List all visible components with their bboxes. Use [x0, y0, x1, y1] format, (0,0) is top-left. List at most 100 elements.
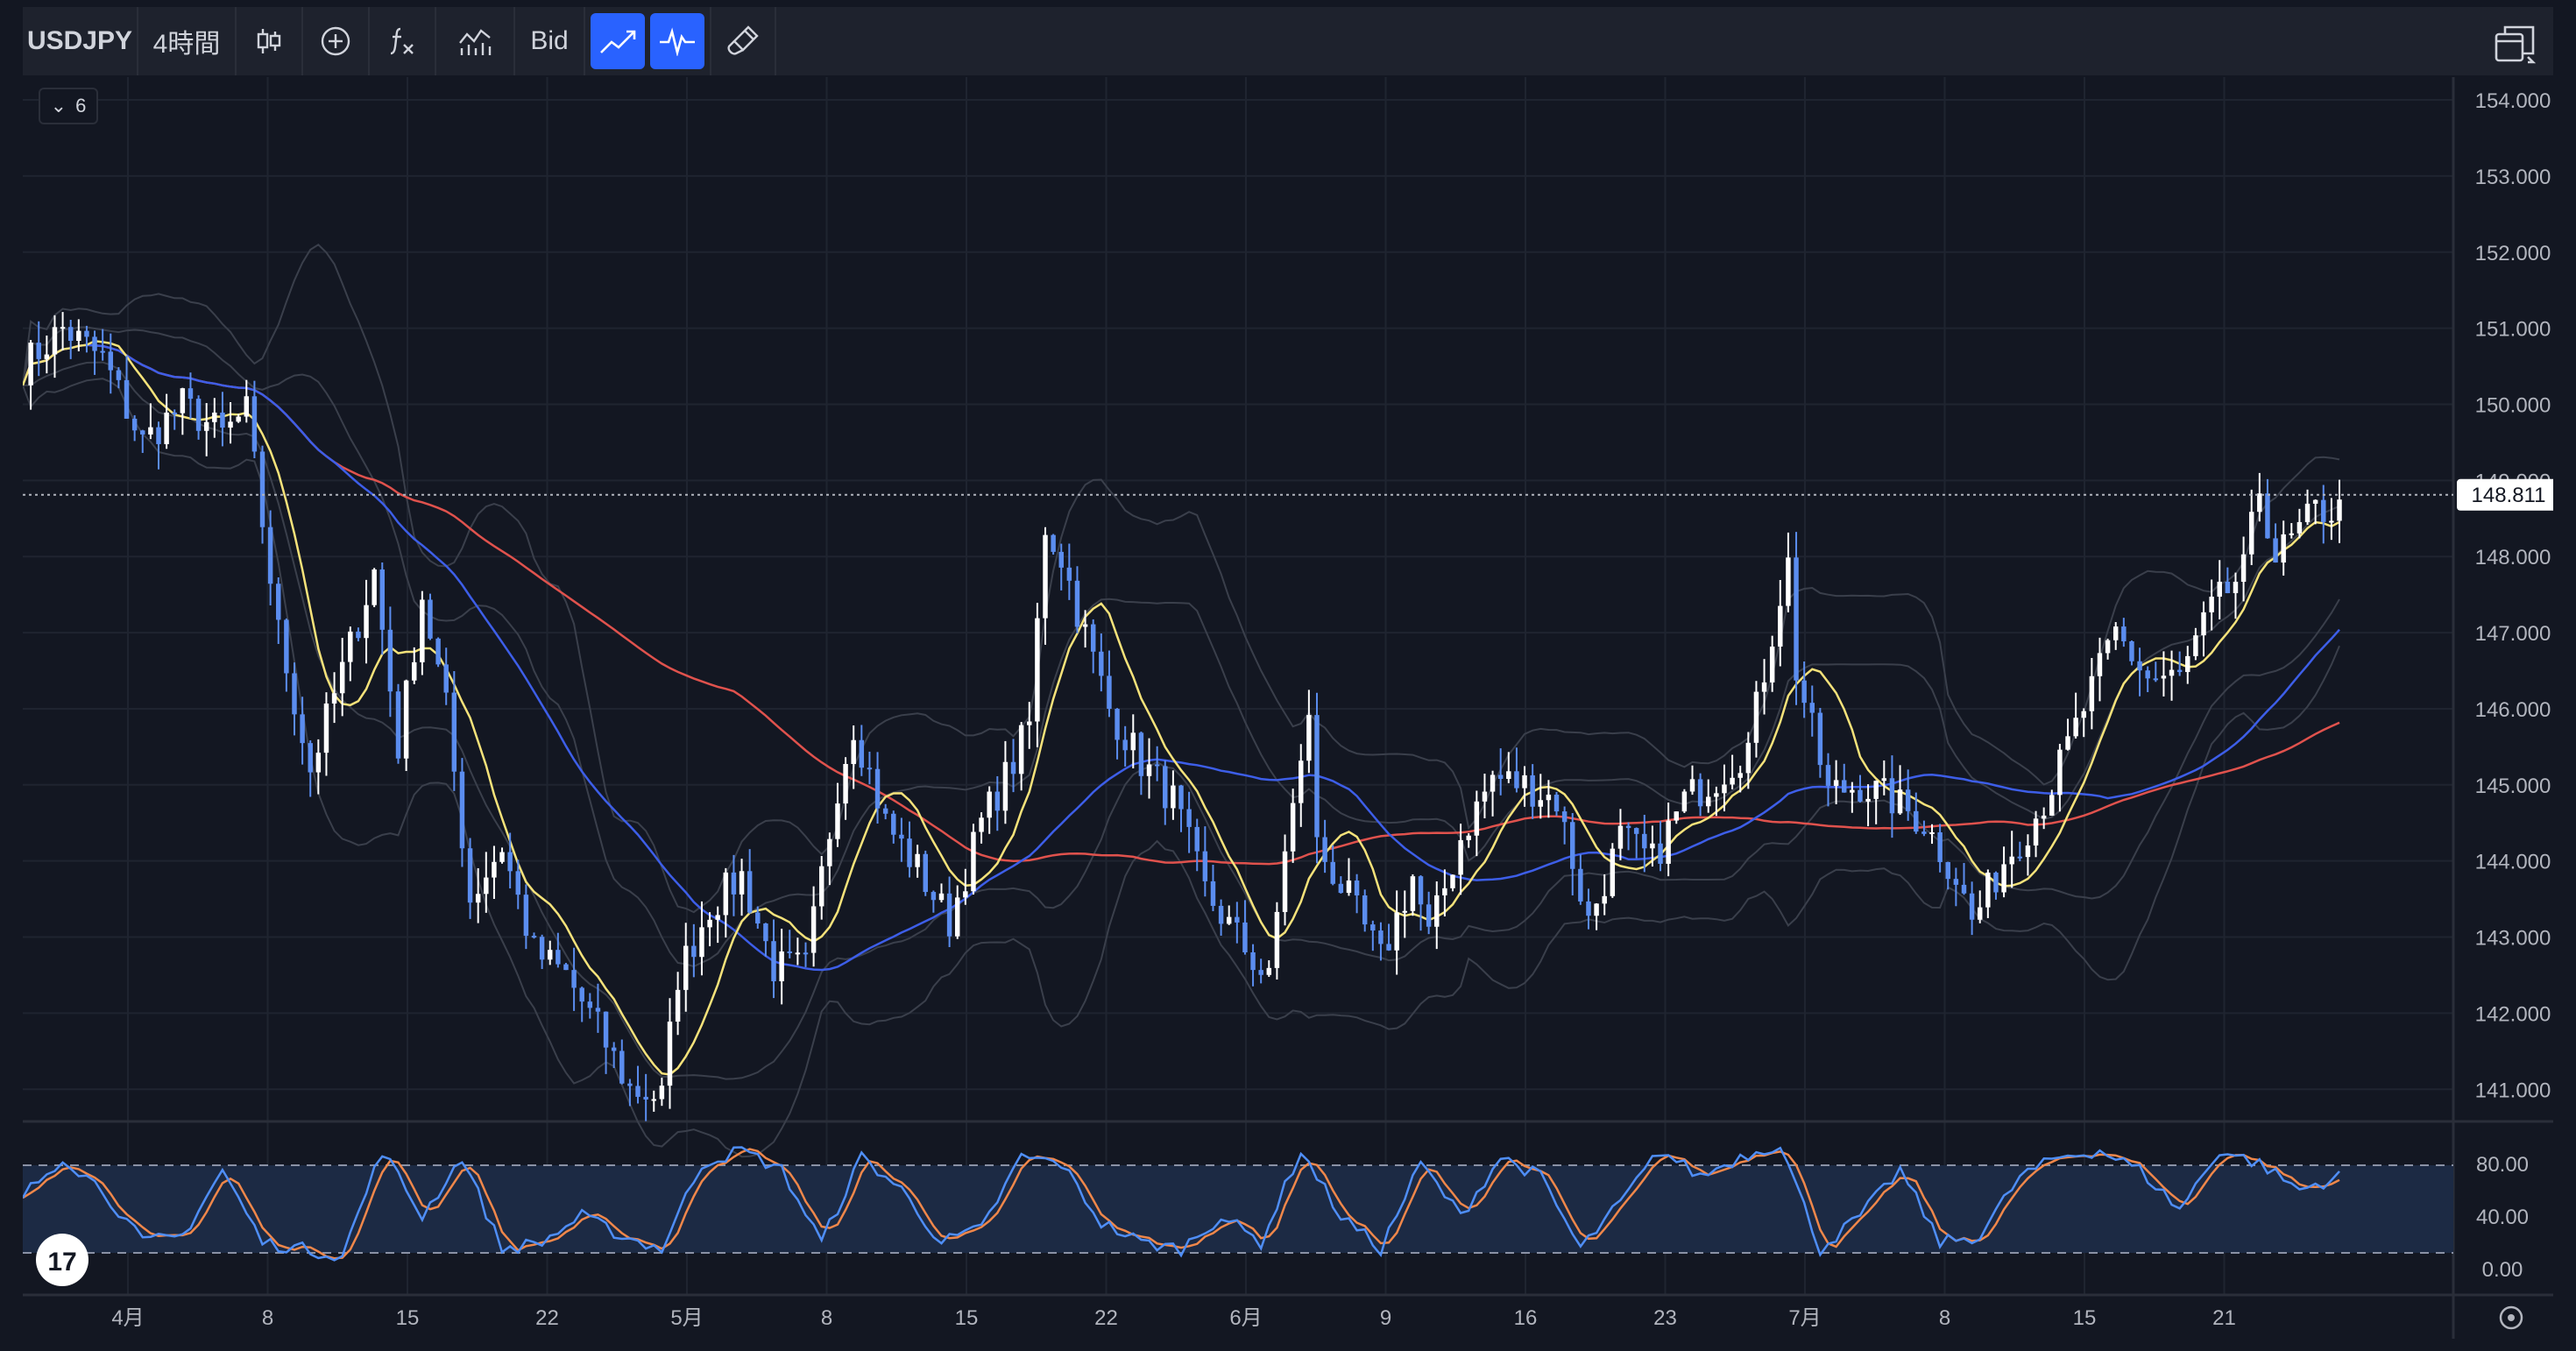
candle-body [2176, 669, 2183, 673]
symbol-search-button[interactable]: USDJPY [23, 7, 138, 75]
oscillator-tick-label: 0.00 [2482, 1258, 2523, 1282]
candle-body [251, 396, 258, 452]
candle-body [459, 771, 465, 849]
time-tick-label: 22 [535, 1306, 559, 1330]
candle-body [2169, 669, 2175, 676]
pulse-button[interactable] [650, 13, 704, 69]
candle-style-icon [257, 29, 281, 53]
candle-body [1921, 831, 1927, 834]
chart-style-button[interactable] [237, 7, 303, 75]
candle-body [867, 767, 873, 770]
candle-body [539, 937, 545, 960]
brush-button[interactable] [710, 7, 776, 75]
ma-fast-line [21, 340, 2340, 1076]
candle-body [587, 1001, 593, 1008]
candle-body [2153, 678, 2159, 681]
candle-body [1482, 791, 1488, 802]
oscillator-axis[interactable]: 80.00 40.00 0.00 [2476, 1153, 2529, 1282]
candle-body [1737, 773, 1743, 778]
tradingview-logo: 17 [36, 1234, 88, 1286]
price-axis[interactable]: 154.000153.000152.000151.000150.000149.0… [2475, 89, 2551, 1102]
time-tick-label: 9 [1380, 1306, 1391, 1330]
candle-body [1163, 766, 1168, 809]
interval-button[interactable]: 4時間 [138, 7, 237, 75]
candle-body [331, 693, 337, 704]
candle-body [1346, 881, 1352, 894]
candle-body [579, 987, 584, 1002]
candle-body [1825, 765, 1831, 786]
candle-body [364, 605, 369, 639]
bid-button[interactable]: Bid [515, 7, 585, 75]
candle-body [699, 927, 704, 958]
candle-body [108, 351, 114, 371]
candle-body [52, 327, 58, 355]
candle-body [971, 831, 976, 892]
candle-body [731, 872, 737, 895]
candle-body [451, 692, 457, 772]
candle-body [172, 412, 177, 414]
chart-area[interactable]: 154.000153.000152.000151.000150.000149.0… [12, 77, 2560, 1339]
compare-button[interactable] [303, 7, 370, 75]
candle-body [1761, 682, 1767, 692]
layout-button[interactable] [2487, 16, 2544, 74]
candle-body [835, 803, 840, 839]
candle-body [435, 638, 441, 665]
candle-body [691, 945, 697, 958]
candle-body [60, 327, 66, 329]
candle-body [1769, 646, 1775, 683]
candle-body [2185, 655, 2190, 673]
line-tool-button[interactable] [591, 13, 645, 69]
price-tick-label: 151.000 [2475, 318, 2551, 342]
candle-body [372, 569, 377, 605]
time-tick-label: 15 [396, 1306, 420, 1330]
candle-body [348, 631, 353, 662]
candle-body [1386, 944, 1391, 951]
price-tick-label: 147.000 [2475, 622, 2551, 646]
candle-body [467, 848, 473, 903]
candle-body [1778, 605, 1783, 647]
candle-body [2329, 520, 2334, 523]
candle-body [907, 838, 912, 867]
candle-body [228, 421, 233, 428]
layout-icon [2495, 25, 2537, 64]
candle-body [2009, 856, 2014, 865]
candle-body [795, 952, 801, 955]
candle-body [1681, 791, 1688, 812]
candle-body [2145, 670, 2150, 679]
candle-body [747, 871, 753, 913]
settings-gear-icon[interactable] [2499, 1305, 2523, 1330]
candle-body [2248, 512, 2254, 555]
candle-body [851, 739, 856, 764]
chart-canvas[interactable]: 154.000153.000152.000151.000150.000149.0… [12, 77, 2560, 1339]
candle-body [667, 1022, 673, 1086]
candle-body [2209, 597, 2214, 612]
candle-body [779, 951, 784, 982]
price-tick-label: 152.000 [2475, 242, 2551, 265]
candle-body [2304, 503, 2311, 522]
candle-body [899, 834, 904, 839]
candle-body [1889, 778, 1895, 814]
candle-body [2225, 581, 2231, 594]
candle-body [2321, 499, 2326, 522]
time-axis[interactable]: 4月 8 15 22 5月 8 15 22 6月 9 16 23 7月 8 15 21 [111, 1306, 2236, 1330]
candle-body [531, 936, 537, 938]
candle-body [1506, 771, 1511, 780]
templates-button[interactable] [436, 7, 515, 75]
band-lower [23, 361, 2340, 1080]
candle-body [2289, 533, 2295, 535]
candle-body [1370, 924, 1376, 931]
candle-body [548, 950, 553, 960]
candle-body [2257, 493, 2262, 513]
candle-body [412, 661, 417, 681]
candle-body [1010, 761, 1016, 775]
templates-icon [459, 29, 492, 55]
time-tick-label: 22 [1094, 1306, 1118, 1330]
indicators-button[interactable] [370, 7, 436, 75]
candle-body [2273, 538, 2278, 563]
candle-body [611, 1047, 617, 1051]
candle-body [1378, 930, 1384, 944]
indicator-legend-toggle[interactable]: ⌄ 6 [39, 88, 98, 124]
candle-body [1914, 810, 1919, 832]
candle-body [1115, 709, 1120, 740]
candle-body [1314, 715, 1320, 838]
